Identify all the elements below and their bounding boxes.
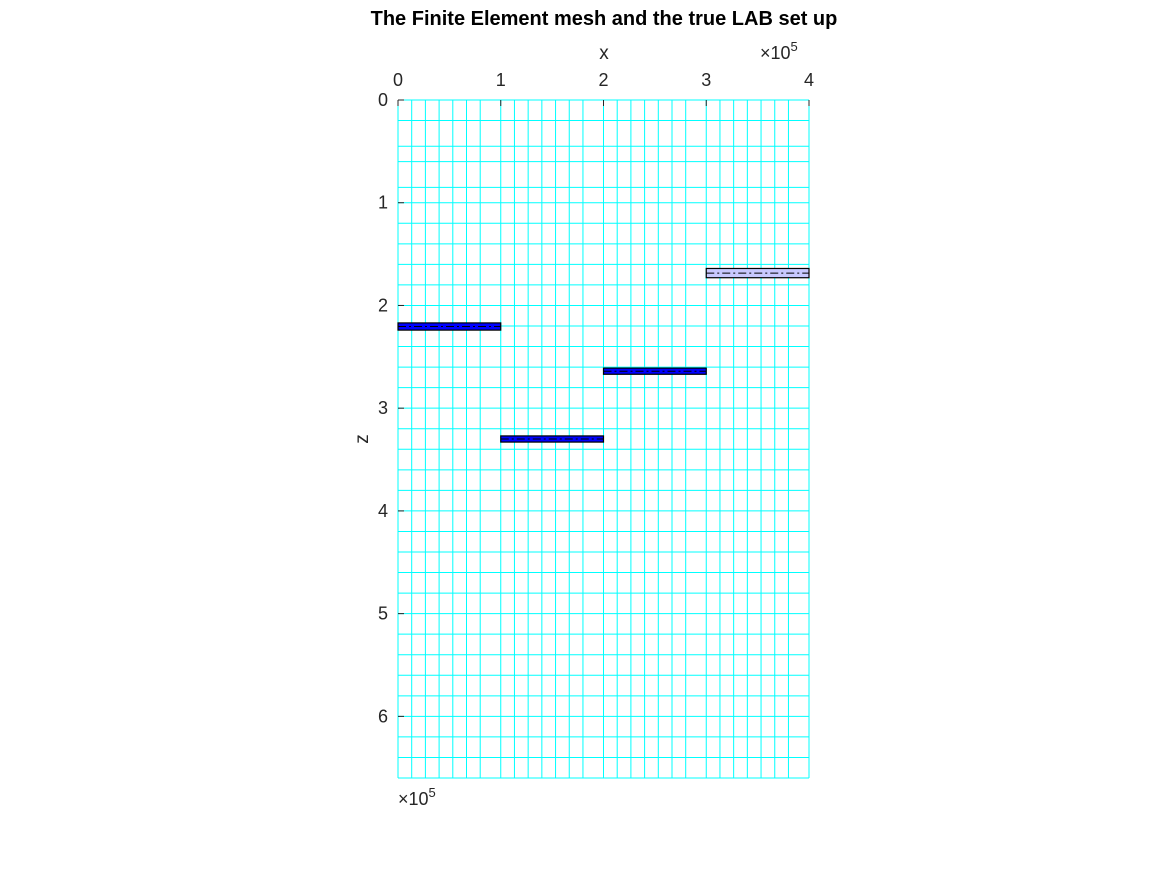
figure: The Finite Element mesh and the true LAB… [352,8,838,809]
x-tick-label: 1 [496,70,506,90]
x-tick-label: 3 [701,70,711,90]
z-exponent-base: ×10 [398,789,429,809]
svg-text:×105: ×105 [760,39,798,63]
z-tick-label: 1 [378,193,388,213]
z-tick-label: 5 [378,604,388,624]
y-axis-label: z [352,434,373,444]
z-exponent-power: 5 [429,785,436,800]
x-exponent-power: 5 [791,39,798,54]
z-tick-label: 3 [378,398,388,418]
z-tick-label: 2 [378,295,388,315]
x-tick-label: 4 [804,70,814,90]
x-tick-label: 2 [598,70,608,90]
z-exponent-label: ×105 [398,785,436,809]
z-tick-label: 0 [378,90,388,110]
z-tick-label: 4 [378,501,388,521]
axis-ticks: 0 1 2 3 4 0 1 2 3 4 5 6 [378,70,814,726]
svg-text:×105: ×105 [398,785,436,809]
chart-title: The Finite Element mesh and the true LAB… [371,8,838,30]
x-tick-label: 0 [393,70,403,90]
x-exponent-base: ×10 [760,43,791,63]
x-exponent-label: ×105 [760,39,798,63]
z-tick-label: 6 [378,706,388,726]
x-axis-label: x [599,43,609,64]
